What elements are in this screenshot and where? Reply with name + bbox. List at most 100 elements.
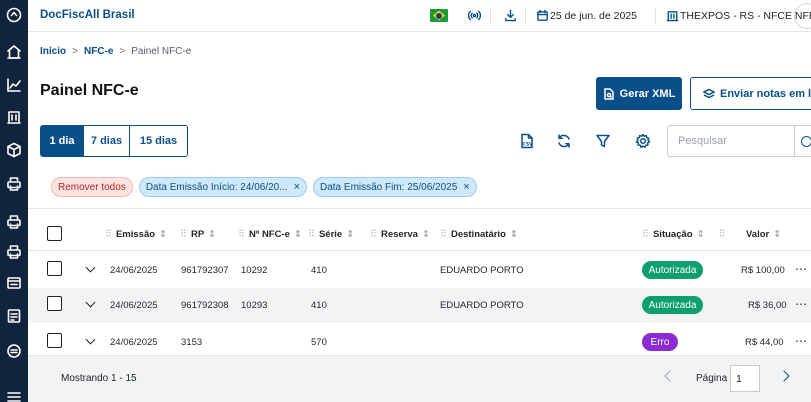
sort-icon[interactable]: ⇕ (159, 229, 167, 240)
chevron-down-icon[interactable] (85, 297, 96, 308)
breadcrumb-separator: > (72, 46, 78, 57)
gerar-xml-button[interactable]: Gerar XML (596, 77, 682, 110)
period-15-dias[interactable]: 15 dias (129, 126, 187, 156)
chevron-down-icon[interactable] (85, 334, 96, 345)
column-label: Situação (652, 229, 693, 240)
user-avatar[interactable] (794, 3, 811, 29)
sort-icon[interactable]: ⇕ (510, 229, 518, 240)
filter-chips: Remover todos Data Emissão Início: 24/06… (51, 177, 477, 197)
page-label: Página (696, 373, 728, 384)
more-options-icon[interactable]: ⋯ (795, 334, 808, 348)
filter-chip-start-date[interactable]: Data Emissão Início: 24/06/20... × (138, 177, 307, 197)
cell-emissao: 24/06/2025 (110, 300, 158, 311)
previous-page-icon[interactable] (664, 370, 676, 382)
brazil-flag-icon[interactable] (430, 9, 448, 22)
column-header-reserva[interactable]: ⠿ Reserva ⇕ (370, 229, 430, 240)
cell-valor: R$ 44,00 (745, 337, 784, 348)
csv-export-icon[interactable]: CSV (518, 132, 536, 150)
sort-icon[interactable]: ⇕ (422, 229, 430, 240)
home-icon[interactable] (5, 43, 23, 61)
search-icon[interactable] (794, 126, 811, 156)
column-label: Emissão (115, 229, 156, 240)
period-1-dia[interactable]: 1 dia (41, 126, 83, 156)
row-checkbox[interactable] (47, 333, 62, 348)
cell-numero: 10292 (241, 265, 268, 276)
refresh-icon[interactable] (555, 132, 573, 150)
building-icon[interactable] (5, 108, 23, 126)
page-number-input[interactable]: 1 (730, 365, 760, 392)
showing-range: Mostrando 1 - 15 (61, 373, 137, 384)
printer-icon[interactable] (5, 243, 23, 261)
app-logo-icon[interactable] (5, 6, 23, 24)
cell-rp: 961792307 (181, 265, 229, 276)
column-header-numero[interactable]: ⠿ Nº NFC-e ⇕ (238, 229, 302, 240)
chart-icon[interactable] (5, 76, 23, 94)
search-input[interactable]: Pesquisar (667, 125, 811, 157)
close-icon[interactable]: × (294, 181, 300, 193)
enviar-lote-label: Enviar notas em lote (720, 87, 811, 100)
select-all-checkbox[interactable] (47, 226, 62, 241)
filter-chip-end-date[interactable]: Data Emissão Fim: 25/06/2025 × (313, 177, 477, 197)
menu-icon[interactable] (5, 388, 23, 402)
coin-icon[interactable] (5, 342, 23, 360)
more-options-icon[interactable]: ⋯ (795, 262, 808, 276)
cell-serie: 570 (311, 337, 327, 348)
remove-all-filters-button[interactable]: Remover todos (51, 177, 133, 197)
current-date: 25 de jun. de 2025 (550, 10, 637, 22)
chevron-down-icon[interactable] (85, 262, 96, 273)
printer-icon[interactable] (5, 213, 23, 231)
sort-icon[interactable]: ⇕ (773, 229, 781, 240)
building-icon (665, 8, 680, 23)
cell-rp: 961792308 (181, 300, 229, 311)
cell-destinatario: EDUARDO PORTO (440, 265, 524, 276)
top-bar: DocFiscAll Brasil 25 de jun. de 2025 THE… (28, 0, 811, 32)
download-icon[interactable] (503, 8, 518, 23)
file-search-icon (603, 87, 614, 100)
document-icon[interactable] (5, 307, 23, 325)
wireless-icon[interactable] (467, 8, 482, 23)
printer-icon[interactable] (5, 175, 23, 193)
close-icon[interactable]: × (463, 181, 469, 193)
status-badge: Autorizada (642, 261, 703, 279)
table-row[interactable]: 24/06/2025 3153 570 Erro R$ 44,00 ⋯ (28, 325, 811, 355)
row-checkbox[interactable] (47, 261, 62, 276)
sort-icon[interactable]: ⇕ (294, 229, 302, 240)
receipt-icon[interactable] (5, 274, 23, 292)
cell-valor: R$ 100,00 (741, 265, 785, 276)
company-selector[interactable]: THEXPOS - RS - NFCE NFE (680, 10, 811, 22)
breadcrumb-home[interactable]: Início (40, 46, 66, 57)
gerar-xml-label: Gerar XML (619, 87, 676, 100)
more-options-icon[interactable]: ⋯ (795, 297, 808, 311)
column-header-valor[interactable]: Valor ⇕ (746, 229, 781, 240)
column-header-serie[interactable]: ⠿ Série ⇕ (308, 229, 354, 240)
table-row[interactable]: 24/06/2025 961792307 10292 410 EDUARDO P… (28, 253, 811, 288)
breadcrumb-nfce[interactable]: NFC-e (84, 46, 113, 57)
app-root: DocFiscAll Brasil 25 de jun. de 2025 THE… (0, 0, 811, 402)
brand-name[interactable]: DocFiscAll Brasil (40, 9, 135, 21)
divider (28, 250, 811, 251)
column-header-emissao[interactable]: ⠿ Emissão ⇕ (105, 229, 167, 240)
next-page-icon[interactable] (778, 370, 790, 382)
column-header-destinatario[interactable]: ⠿ Destinatário ⇕ (440, 229, 518, 240)
divider (525, 8, 526, 24)
box-icon[interactable] (5, 141, 23, 159)
sort-icon[interactable]: ⇕ (346, 229, 354, 240)
cell-emissao: 24/06/2025 (110, 265, 158, 276)
sort-icon[interactable]: ⇕ (697, 229, 705, 240)
row-checkbox[interactable] (47, 296, 62, 311)
enviar-lote-button[interactable]: Enviar notas em lote (690, 77, 811, 110)
column-header-situacao[interactable]: ⠿ Situação ⇕ ⠿ (642, 229, 730, 240)
column-label: Série (318, 229, 343, 240)
period-7-dias[interactable]: 7 dias (83, 126, 129, 156)
cell-numero: 10293 (241, 300, 268, 311)
column-label: RP (190, 229, 205, 240)
pagination-footer: Mostrando 1 - 15 Página 1 (28, 355, 811, 402)
sort-icon[interactable]: ⇕ (208, 229, 216, 240)
calendar-icon (535, 8, 550, 23)
filter-icon[interactable] (594, 132, 612, 150)
settings-icon[interactable] (634, 132, 652, 150)
column-header-rp[interactable]: ⠿ RP ⇕ (180, 229, 216, 240)
divider (784, 8, 785, 24)
csv-label: CSV (523, 142, 534, 148)
table-row[interactable]: 24/06/2025 961792308 10293 410 EDUARDO P… (28, 288, 811, 323)
